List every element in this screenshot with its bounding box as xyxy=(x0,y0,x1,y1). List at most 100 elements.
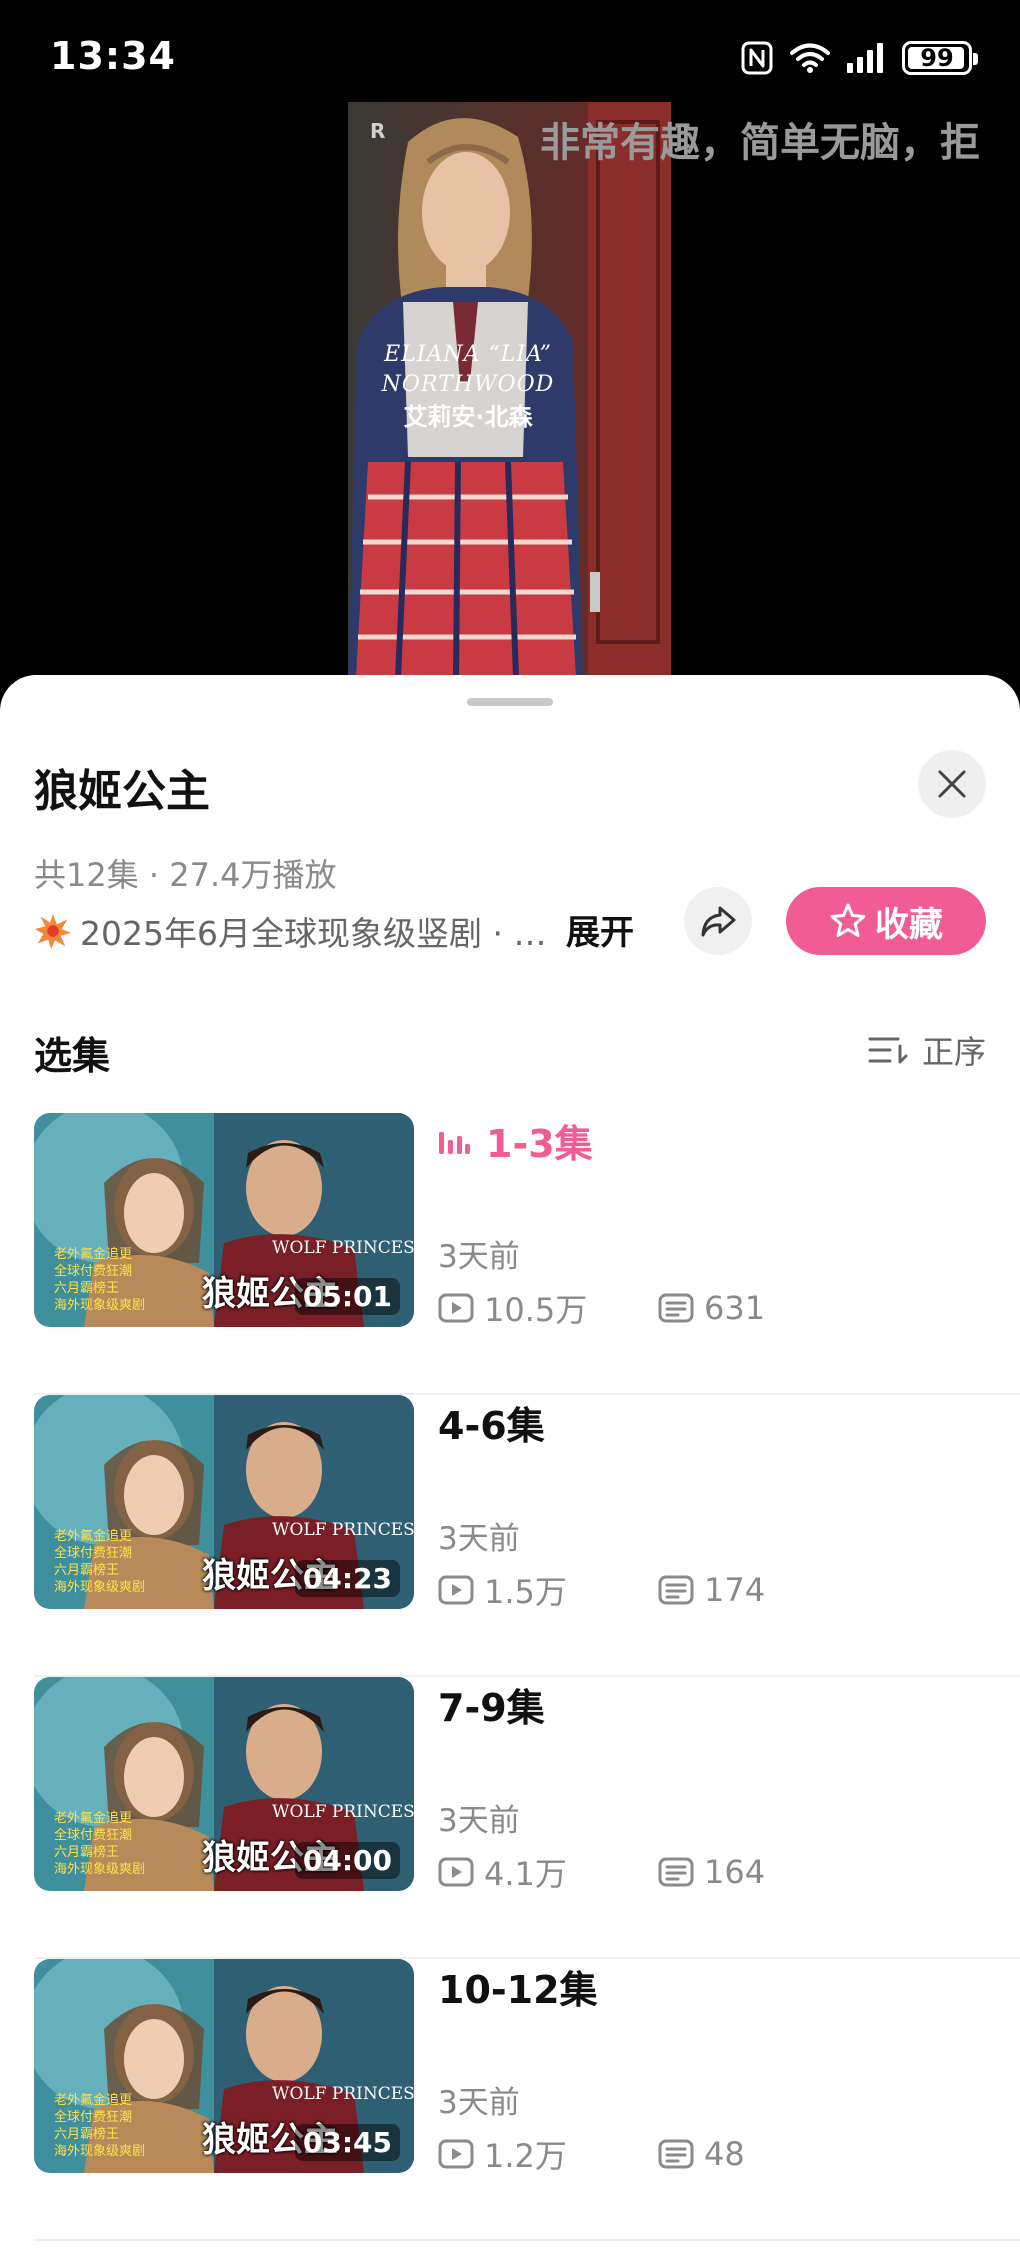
svg-text:海外现象级爽剧: 海外现象级爽剧 xyxy=(54,1580,145,1595)
episode-date: 3天前 xyxy=(438,2085,520,2121)
video-frame[interactable]: R ELIANA “LIA” NORTHWOOD 艾莉安·北森 xyxy=(348,102,671,675)
episode-item[interactable]: WOLF PRINCESS 老外氟金追更 全球付费狂潮 六月霸榜王 海外现象级爽… xyxy=(0,1113,1020,1395)
play-count-icon xyxy=(438,1857,474,1887)
sort-button[interactable]: 正序 xyxy=(868,1027,986,1073)
drama-description: 2025年6月全球现象级竖剧 · … xyxy=(34,907,546,955)
view-count-text: 10.5万 xyxy=(484,1291,588,1329)
play-count-icon xyxy=(438,2139,474,2169)
description-text: 2025年6月全球现象级竖剧 · … xyxy=(80,914,547,953)
nfc-icon xyxy=(741,41,773,75)
episode-title-active[interactable]: 1-3集 xyxy=(438,1113,593,1168)
episode-stats: 10.5万 631 xyxy=(438,1285,878,1331)
comment-count-text: 164 xyxy=(704,1853,766,1891)
episode-title[interactable]: 7-9集 xyxy=(438,1677,545,1732)
episodes-section-title: 选集 xyxy=(34,1034,111,1078)
svg-text:WOLF PRINCESS: WOLF PRINCESS xyxy=(272,2084,414,2104)
sort-icon xyxy=(868,1037,908,1064)
divider xyxy=(34,2239,1020,2241)
svg-text:老外氟金追更: 老外氟金追更 xyxy=(54,1528,132,1544)
svg-text:WOLF PRINCESS: WOLF PRINCESS xyxy=(272,1802,414,1822)
episode-duration: 04:23 xyxy=(294,1560,400,1597)
comment-count: 174 xyxy=(658,1571,878,1609)
wifi-icon xyxy=(790,43,830,73)
svg-text:海外现象级爽剧: 海外现象级爽剧 xyxy=(54,1298,145,1313)
episode-stats: 4.1万 164 xyxy=(438,1849,878,1895)
episode-list: WOLF PRINCESS 老外氟金追更 全球付费狂潮 六月霸榜王 海外现象级爽… xyxy=(0,1113,1020,2241)
caption-en-line1: ELIANA “LIA” xyxy=(384,342,552,367)
caption-cn: 艾莉安·北森 xyxy=(403,403,533,431)
svg-text:老外氟金追更: 老外氟金追更 xyxy=(54,2092,132,2108)
episode-thumbnail[interactable]: WOLF PRINCESS 老外氟金追更 全球付费狂潮 六月霸榜王 海外现象级爽… xyxy=(34,1395,414,1609)
svg-text:六月霸榜王: 六月霸榜王 xyxy=(54,1562,119,1578)
status-time: 13:34 xyxy=(50,34,176,78)
episode-duration: 03:45 xyxy=(294,2124,400,2161)
svg-text:全球付费狂潮: 全球付费狂潮 xyxy=(54,1545,132,1561)
close-icon xyxy=(938,770,966,798)
drama-meta: 共12集 · 27.4万播放 xyxy=(34,856,337,894)
status-bar: 13:34 99 xyxy=(0,0,1020,100)
episode-duration: 05:01 xyxy=(294,1278,400,1315)
episode-item[interactable]: WOLF PRINCESS 老外氟金追更 全球付费狂潮 六月霸榜王 海外现象级爽… xyxy=(0,1959,1020,2241)
sort-label: 正序 xyxy=(921,1033,986,1071)
episode-date: 3天前 xyxy=(438,1521,520,1557)
episode-date: 3天前 xyxy=(438,1803,520,1839)
view-count-text: 4.1万 xyxy=(484,1855,567,1893)
episode-duration: 04:00 xyxy=(294,1842,400,1879)
episode-thumbnail[interactable]: WOLF PRINCESS 老外氟金追更 全球付费狂潮 六月霸榜王 海外现象级爽… xyxy=(34,1959,414,2173)
view-count-text: 1.2万 xyxy=(484,2137,567,2175)
comment-icon xyxy=(658,1575,694,1605)
favorite-button[interactable]: 收藏 xyxy=(786,887,986,955)
view-count: 1.2万 xyxy=(438,2131,658,2177)
episode-title[interactable]: 4-6集 xyxy=(438,1395,545,1450)
svg-text:六月霸榜王: 六月霸榜王 xyxy=(54,1280,119,1296)
view-count: 1.5万 xyxy=(438,1567,658,1613)
battery-icon: 99 xyxy=(902,41,978,75)
svg-text:WOLF PRINCESS: WOLF PRINCESS xyxy=(272,1520,414,1540)
view-count: 10.5万 xyxy=(438,1285,658,1331)
expand-button[interactable]: 展开 xyxy=(566,905,634,954)
comment-icon xyxy=(658,1293,694,1323)
comment-count-text: 48 xyxy=(704,2135,745,2173)
episode-thumbnail[interactable]: WOLF PRINCESS 老外氟金追更 全球付费狂潮 六月霸榜王 海外现象级爽… xyxy=(34,1113,414,1327)
comment-count-text: 631 xyxy=(704,1289,766,1327)
episode-sheet: 狼姬公主 共12集 · 27.4万播放 2025年6月全球现象级竖剧 · … 展… xyxy=(0,675,1020,2250)
episode-stats: 1.2万 48 xyxy=(438,2131,878,2177)
signal-icon xyxy=(847,43,883,73)
svg-text:海外现象级爽剧: 海外现象级爽剧 xyxy=(54,2144,145,2159)
share-icon xyxy=(701,906,736,937)
svg-text:老外氟金追更: 老外氟金追更 xyxy=(54,1810,132,1826)
comment-icon xyxy=(658,1857,694,1887)
svg-text:六月霸榜王: 六月霸榜王 xyxy=(54,1844,119,1860)
svg-text:全球付费狂潮: 全球付费狂潮 xyxy=(54,1263,132,1279)
episode-date: 3天前 xyxy=(438,1239,520,1275)
svg-text:WOLF PRINCESS: WOLF PRINCESS xyxy=(272,1238,414,1258)
comment-count: 631 xyxy=(658,1289,878,1327)
view-count: 4.1万 xyxy=(438,1849,658,1895)
comment-count: 48 xyxy=(658,2135,878,2173)
svg-text:老外氟金追更: 老外氟金追更 xyxy=(54,1246,132,1262)
episode-title-text: 1-3集 xyxy=(486,1122,593,1166)
episode-title[interactable]: 10-12集 xyxy=(438,1959,598,2014)
caption-en-line2: NORTHWOOD xyxy=(381,372,555,397)
play-count-icon xyxy=(438,1293,474,1323)
episode-item[interactable]: WOLF PRINCESS 老外氟金追更 全球付费狂潮 六月霸榜王 海外现象级爽… xyxy=(0,1677,1020,1959)
star-icon xyxy=(830,903,866,937)
share-button[interactable] xyxy=(684,887,752,955)
svg-text:海外现象级爽剧: 海外现象级爽剧 xyxy=(54,1862,145,1877)
sheet-drag-handle[interactable] xyxy=(467,698,553,706)
svg-text:全球付费狂潮: 全球付费狂潮 xyxy=(54,2109,132,2125)
comment-count: 164 xyxy=(658,1853,878,1891)
episode-thumbnail[interactable]: WOLF PRINCESS 老外氟金追更 全球付费狂潮 六月霸榜王 海外现象级爽… xyxy=(34,1677,414,1891)
svg-text:全球付费狂潮: 全球付费狂潮 xyxy=(54,1827,132,1843)
battery-level: 99 xyxy=(920,44,954,72)
comment-icon xyxy=(658,2139,694,2169)
drama-title: 狼姬公主 xyxy=(34,766,210,817)
close-button[interactable] xyxy=(918,750,986,818)
video-player[interactable]: R ELIANA “LIA” NORTHWOOD 艾莉安·北森 非常有趣，简单无… xyxy=(0,100,1020,675)
play-count-icon xyxy=(438,1575,474,1605)
episode-item[interactable]: WOLF PRINCESS 老外氟金追更 全球付费狂潮 六月霸榜王 海外现象级爽… xyxy=(0,1395,1020,1677)
svg-text:R: R xyxy=(370,119,385,143)
episode-stats: 1.5万 174 xyxy=(438,1567,878,1613)
danmaku-text: 非常有趣，简单无脑，拒 xyxy=(540,120,980,166)
favorite-label: 收藏 xyxy=(875,904,943,945)
